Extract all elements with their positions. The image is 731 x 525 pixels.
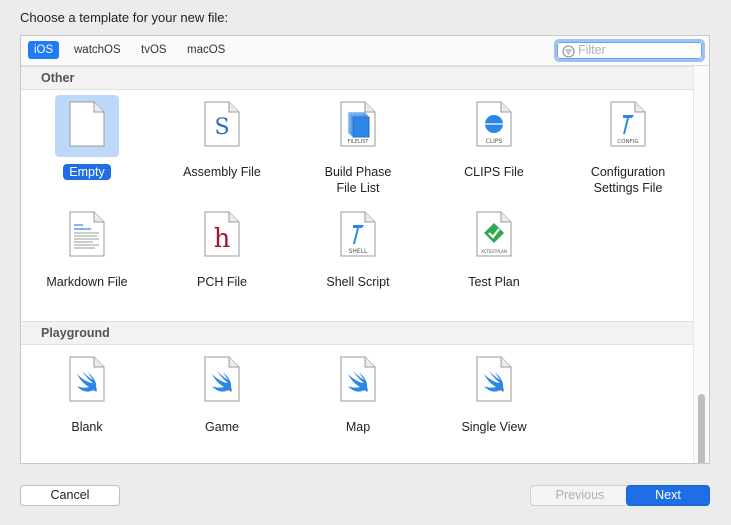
template-label-build-phase-file-list: Build Phase File List [324,165,392,195]
template-label-empty: Empty [63,164,111,180]
tab-watchos[interactable]: watchOS [68,41,127,59]
template-chooser-panel: iOS watchOS tvOS macOS Filter Other Empt… [20,35,710,464]
swift-playground-icon [340,356,376,402]
template-label-configuration-settings-file: Configuration Settings File [590,165,666,195]
next-button[interactable]: Next [626,485,710,506]
template-label-map: Map [345,420,371,434]
vertical-scrollbar[interactable] [693,66,709,463]
section-header-other: Other [21,66,693,90]
test-plan-icon: XCTESTPLAN [476,211,512,257]
svg-text:SHELL: SHELL [349,248,368,255]
template-label-single-view: Single View [461,420,527,434]
scrollbar-thumb[interactable] [698,394,705,463]
template-label-clips-file: CLIPS File [464,165,524,179]
tab-ios[interactable]: iOS [28,41,60,59]
tab-macos[interactable]: macOS [181,41,231,59]
cancel-button[interactable]: Cancel [20,485,120,506]
markdown-file-icon [69,211,105,257]
config-file-icon: CONFIG [610,101,646,147]
template-label-test-plan: Test Plan [468,275,520,289]
svg-text:FILELIST: FILELIST [348,139,370,145]
swift-playground-icon [204,356,240,402]
swift-playground-icon [69,356,105,402]
filter-icon [562,45,575,58]
assembly-file-icon: S [204,101,240,147]
platform-tab-bar: iOS watchOS tvOS macOS Filter [21,36,709,66]
template-label-pch-file: PCH File [196,275,247,289]
template-label-shell-script: Shell Script [326,275,390,289]
previous-button[interactable]: Previous [530,485,630,506]
svg-text:h: h [214,224,231,254]
tab-tvos[interactable]: tvOS [135,41,173,59]
template-label-blank: Blank [71,420,103,434]
blank-document-icon [69,101,105,147]
clips-file-icon: CLIPS [476,101,512,147]
svg-text:CONFIG: CONFIG [617,139,638,145]
dialog-title: Choose a template for your new file: [20,10,229,25]
swift-playground-icon [476,356,512,402]
svg-text:CLIPS: CLIPS [486,138,503,145]
section-header-playground: Playground [21,321,693,345]
svg-text:S: S [214,115,229,140]
shell-script-icon: SHELL [340,211,376,257]
filelist-icon: FILELIST [340,101,376,147]
template-label-assembly-file: Assembly File [183,165,261,179]
template-label-game: Game [204,420,240,434]
filter-field[interactable]: Filter [554,39,705,62]
svg-text:XCTESTPLAN: XCTESTPLAN [481,249,507,254]
pch-file-icon: h [204,211,240,257]
filter-input[interactable]: Filter [578,43,606,57]
template-label-markdown-file: Markdown File [46,275,128,289]
